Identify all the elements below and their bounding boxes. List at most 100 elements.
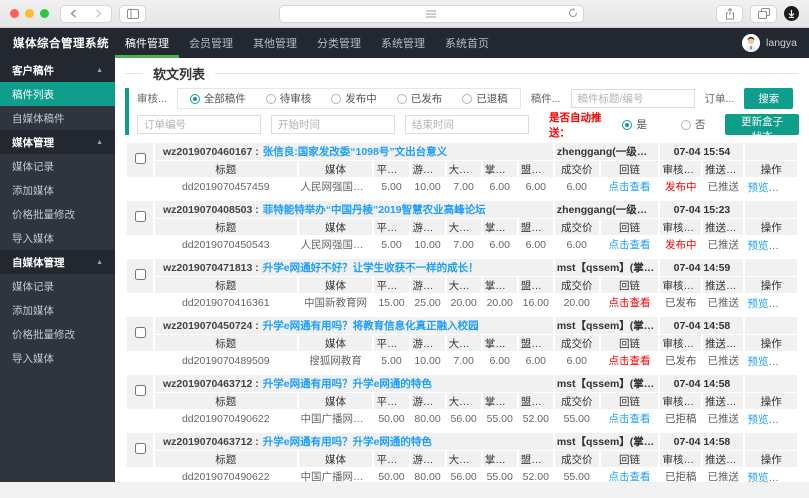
end-time-input[interactable] <box>405 115 529 134</box>
search-button[interactable]: 搜索 <box>744 88 794 109</box>
article-list: wz2019070460167 : 张信良:国家发改委“1098号”文出台意义 z… <box>125 142 799 482</box>
row-checkbox[interactable] <box>134 443 146 454</box>
start-time-input[interactable] <box>271 115 395 134</box>
sidebar-entry[interactable]: 自媒体管理 ▲ <box>0 250 115 274</box>
sidebar-entry[interactable]: 价格批量修改 ▲ <box>0 322 115 346</box>
downloads-button[interactable] <box>784 6 799 21</box>
col-guest-price: 游客价 <box>410 161 445 177</box>
price-leader: 6.00 <box>518 352 553 369</box>
view-backlink[interactable]: 点击查看 <box>609 471 651 482</box>
col-guest-price: 游客价 <box>410 393 445 409</box>
article-title-link[interactable]: 升学e网通好不好？让学生收获不一样的成长！ <box>263 262 479 274</box>
col-title: 标题 <box>155 393 297 409</box>
sidebar-entry[interactable]: 添加媒体 ▲ <box>0 178 115 202</box>
radio-icon <box>189 93 200 104</box>
view-backlink[interactable]: 点击查看 <box>609 413 651 425</box>
row-checkbox[interactable] <box>134 269 146 280</box>
article-title-link[interactable]: 菲特能特举办“中国丹棱”2019智慧农业高峰论坛 <box>263 204 486 216</box>
price-master: 6.00 <box>482 352 517 369</box>
forward-button[interactable] <box>86 6 111 22</box>
article-title-link[interactable]: 张信良:国家发改委“1098号”文出台意义 <box>263 146 447 158</box>
top-menu-item[interactable]: 分类管理 <box>307 28 371 58</box>
tab-overview-button[interactable] <box>751 6 776 22</box>
sidebar-entry[interactable]: 客户稿件 ▲ <box>0 58 115 82</box>
window-zoom-button[interactable] <box>40 9 49 18</box>
sidebar-entry-label: 媒体管理 <box>12 136 54 149</box>
sub-order-id: dd2019070490622 <box>155 468 297 482</box>
view-backlink[interactable]: 点击查看 <box>609 355 651 367</box>
sidebar-entry[interactable]: 添加媒体 ▲ <box>0 298 115 322</box>
sidebar-entry[interactable]: 媒体记录 ▲ <box>0 274 115 298</box>
title-search-input[interactable] <box>570 89 695 108</box>
share-button[interactable] <box>717 6 742 22</box>
price-guest: 80.00 <box>410 468 445 482</box>
article-title-link[interactable]: 升学e网通有用吗？升学e网通的特色 <box>263 436 432 448</box>
status-radio-option[interactable]: 发布中 <box>321 91 387 106</box>
price-guest: 10.00 <box>410 236 445 253</box>
order-number-input[interactable] <box>137 115 261 134</box>
sidebar-toggle-button[interactable] <box>120 6 145 22</box>
sidebar-entry-label: 客户稿件 <box>12 64 54 77</box>
top-menu-item[interactable]: 会员管理 <box>179 28 243 58</box>
address-bar[interactable] <box>278 4 584 23</box>
radio-label: 已退稿 <box>476 93 508 105</box>
col-platform-price: 平台价 <box>374 335 409 351</box>
push-status: 已推送 <box>702 410 744 427</box>
sidebar-entry[interactable]: 导入媒体 ▲ <box>0 226 115 250</box>
update-box-status-button[interactable]: 更新盒子状态 <box>725 114 799 143</box>
top-menu-item[interactable]: 其他管理 <box>243 28 307 58</box>
sidebar-entry[interactable]: 导入媒体 ▲ <box>0 346 115 370</box>
order-title-cell: wz2019070471813 : 升学e网通好不好？让学生收获不一样的成长！ <box>155 259 553 276</box>
auto-push-radio-option[interactable]: 否 <box>671 117 716 132</box>
back-button[interactable] <box>61 6 86 22</box>
top-menu-item[interactable]: 系统首页 <box>435 28 499 58</box>
view-backlink[interactable]: 点击查看 <box>609 239 651 251</box>
preview-link[interactable]: 预览 <box>747 414 768 426</box>
preview-link[interactable]: 预览 <box>747 356 768 368</box>
status-radio-option[interactable]: 待审核 <box>256 91 322 106</box>
order-id: wz2019070408503 : <box>163 204 259 216</box>
user-menu[interactable]: langya <box>742 28 809 58</box>
article-title-link[interactable]: 升学e网通有用吗？升学e网通的特色 <box>263 378 432 390</box>
row-checkbox[interactable] <box>134 385 146 396</box>
col-media: 媒体 <box>298 161 373 177</box>
sidebar-entry[interactable]: 媒体管理 ▲ <box>0 130 115 154</box>
sidebar-entry[interactable]: 价格批量修改 ▲ <box>0 202 115 226</box>
col-backlink: 回链 <box>600 277 659 293</box>
status-radio-option[interactable]: 全部稿件 <box>180 91 256 106</box>
actions-cell: 预览 编辑 <box>745 352 797 369</box>
row-checkbox[interactable] <box>134 211 146 222</box>
audit-status-cell: 已拒稿 <box>660 468 701 482</box>
group-header-row: wz2019070463712 : 升学e网通有用吗？升学e网通的特色 mst【q… <box>127 375 797 409</box>
view-backlink[interactable]: 点击查看 <box>609 181 651 193</box>
top-menu-item-label: 分类管理 <box>317 38 361 50</box>
history-nav-group <box>60 4 112 23</box>
col-title: 标题 <box>155 335 297 351</box>
preview-link[interactable]: 预览 <box>747 298 768 310</box>
sidebar-entry[interactable]: 媒体记录 ▲ <box>0 154 115 178</box>
audit-status: 已发布 <box>664 355 697 367</box>
reload-button[interactable] <box>568 7 578 18</box>
preview-link[interactable]: 预览 <box>747 472 768 482</box>
row-checkbox[interactable] <box>134 327 146 338</box>
window-close-button[interactable] <box>10 9 19 18</box>
group-header-empty-cell <box>745 143 797 160</box>
top-menu-item[interactable]: 系统管理 <box>371 28 435 58</box>
preview-link[interactable]: 预览 <box>747 240 768 252</box>
sidebar-entry[interactable]: 自媒体稿件 ▲ <box>0 106 115 130</box>
status-radio-option[interactable]: 已发布 <box>387 91 453 106</box>
top-menu-item[interactable]: 稿件管理 <box>115 28 179 58</box>
window-minimize-button[interactable] <box>25 9 34 18</box>
auto-push-radio-option[interactable]: 是 <box>612 117 657 132</box>
article-group: wz2019070463712 : 升学e网通有用吗？升学e网通的特色 mst【q… <box>125 432 799 482</box>
preview-link[interactable]: 预览 <box>747 182 768 194</box>
sidebar-entry[interactable]: 稿件列表 ▲ <box>0 82 115 106</box>
status-radio-option[interactable]: 已退稿 <box>452 91 518 106</box>
view-backlink[interactable]: 点击查看 <box>609 297 651 309</box>
col-ambassador-price: 大使价 <box>446 219 481 235</box>
radio-label: 是 <box>636 119 647 131</box>
checkbox-cell <box>127 375 153 409</box>
article-title-link[interactable]: 升学e网通有用吗？将教育信息化真正融入校园 <box>263 320 479 332</box>
row-checkbox[interactable] <box>134 153 146 164</box>
col-actions: 操作 <box>745 393 797 409</box>
